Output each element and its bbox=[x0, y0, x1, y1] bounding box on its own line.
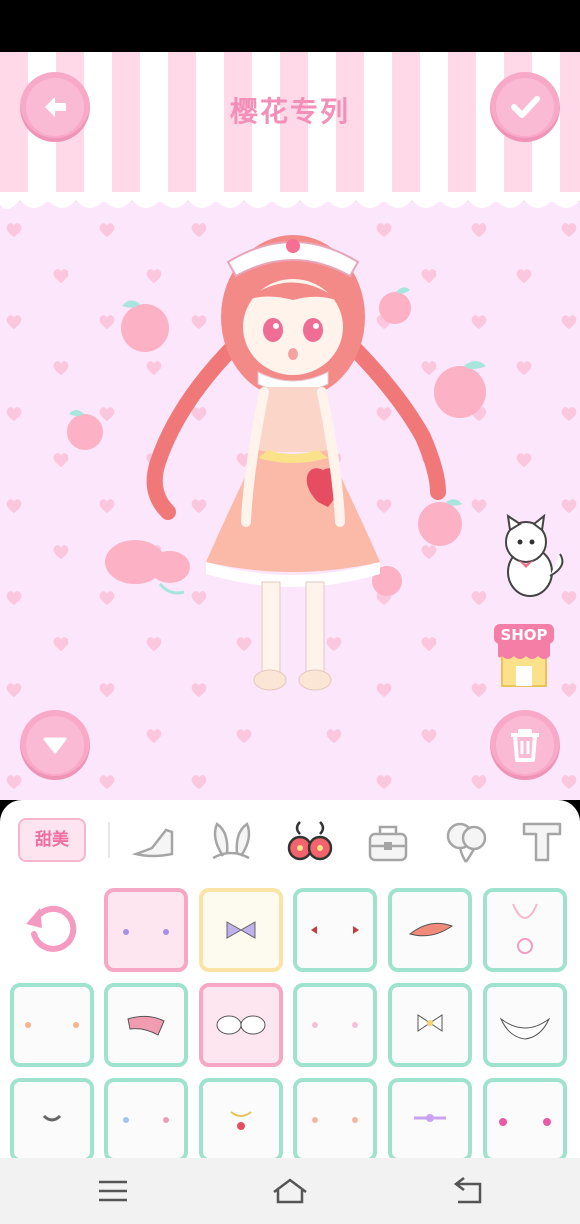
balloon-icon[interactable] bbox=[442, 818, 490, 866]
item-blue-earrings[interactable] bbox=[104, 1078, 188, 1162]
shop-button[interactable]: SHOP bbox=[494, 624, 554, 688]
item-earring-purple[interactable] bbox=[104, 888, 188, 972]
item-pink-scarf[interactable] bbox=[104, 983, 188, 1067]
scarf-icon bbox=[127, 1015, 165, 1036]
bow-earrings-icon bbox=[311, 926, 359, 934]
item-choker[interactable] bbox=[10, 1078, 94, 1162]
earrings-icon[interactable] bbox=[286, 818, 334, 866]
awning-scallop bbox=[0, 192, 580, 210]
dressup-scene: 樱花专列 SHOP bbox=[0, 52, 580, 800]
pearl-icon bbox=[312, 1022, 358, 1028]
dressup-character bbox=[146, 235, 446, 691]
bow-icon bbox=[417, 1014, 443, 1032]
item-fur-cuffs[interactable] bbox=[199, 983, 283, 1067]
item-neck-bow[interactable] bbox=[388, 983, 472, 1067]
necklace-icon bbox=[512, 903, 538, 954]
tab-divider bbox=[108, 822, 110, 858]
back-nav-icon[interactable] bbox=[448, 1174, 488, 1208]
confirm-button[interactable] bbox=[490, 72, 560, 142]
earring-icon bbox=[123, 1117, 169, 1123]
text-tool-icon[interactable] bbox=[518, 818, 566, 866]
status-bar bbox=[0, 0, 580, 52]
collar-icon bbox=[499, 1017, 551, 1040]
ribbon-icon bbox=[414, 1114, 446, 1122]
collapse-button[interactable] bbox=[20, 710, 90, 780]
reset-icon[interactable] bbox=[22, 898, 82, 958]
item-cherry-necklace[interactable] bbox=[199, 1078, 283, 1162]
item-hair-clip[interactable] bbox=[388, 888, 472, 972]
item-earring-peach[interactable] bbox=[10, 983, 94, 1067]
item-pink-drop-earrings[interactable] bbox=[483, 1078, 567, 1162]
item-necklace-pendant[interactable] bbox=[483, 888, 567, 972]
triangle-down-icon bbox=[43, 737, 67, 754]
earring-icon bbox=[123, 929, 169, 935]
cat-pet-icon[interactable] bbox=[494, 514, 570, 600]
item-fur-collar[interactable] bbox=[483, 983, 567, 1067]
tab-sweet-style[interactable]: 甜美 bbox=[18, 818, 86, 862]
system-nav-bar bbox=[0, 1158, 580, 1224]
bunny-ears-icon[interactable] bbox=[207, 818, 255, 866]
fur-cuffs-icon bbox=[216, 1015, 266, 1035]
earring-icon bbox=[25, 1022, 79, 1028]
item-bow-headband[interactable] bbox=[199, 888, 283, 972]
item-drop-earrings[interactable] bbox=[293, 1078, 377, 1162]
cherry-necklace-icon bbox=[230, 1111, 252, 1130]
trash-icon bbox=[511, 729, 539, 762]
shop-label: SHOP bbox=[500, 626, 548, 644]
menu-icon[interactable] bbox=[93, 1174, 133, 1208]
arrow-left-icon bbox=[45, 97, 66, 117]
shoe-icon[interactable] bbox=[132, 818, 180, 866]
wardrobe-panel: 甜美 bbox=[0, 800, 580, 1162]
home-icon[interactable] bbox=[270, 1174, 310, 1208]
earring-icon bbox=[312, 1117, 358, 1123]
bow-icon bbox=[226, 921, 256, 939]
item-ribbon-choker[interactable] bbox=[388, 1078, 472, 1162]
back-button[interactable] bbox=[20, 72, 90, 142]
item-bow-earrings[interactable] bbox=[293, 888, 377, 972]
checkmark-icon bbox=[511, 96, 540, 118]
peach-icon bbox=[67, 410, 103, 450]
delete-button[interactable] bbox=[490, 710, 560, 780]
choker-icon bbox=[42, 1114, 62, 1122]
item-grid bbox=[0, 888, 580, 1162]
bag-icon[interactable] bbox=[364, 818, 412, 866]
hair-clip-icon bbox=[408, 922, 454, 937]
category-tabs: 甜美 bbox=[0, 800, 580, 880]
earring-icon bbox=[499, 1118, 551, 1126]
item-pearl-earrings[interactable] bbox=[293, 983, 377, 1067]
